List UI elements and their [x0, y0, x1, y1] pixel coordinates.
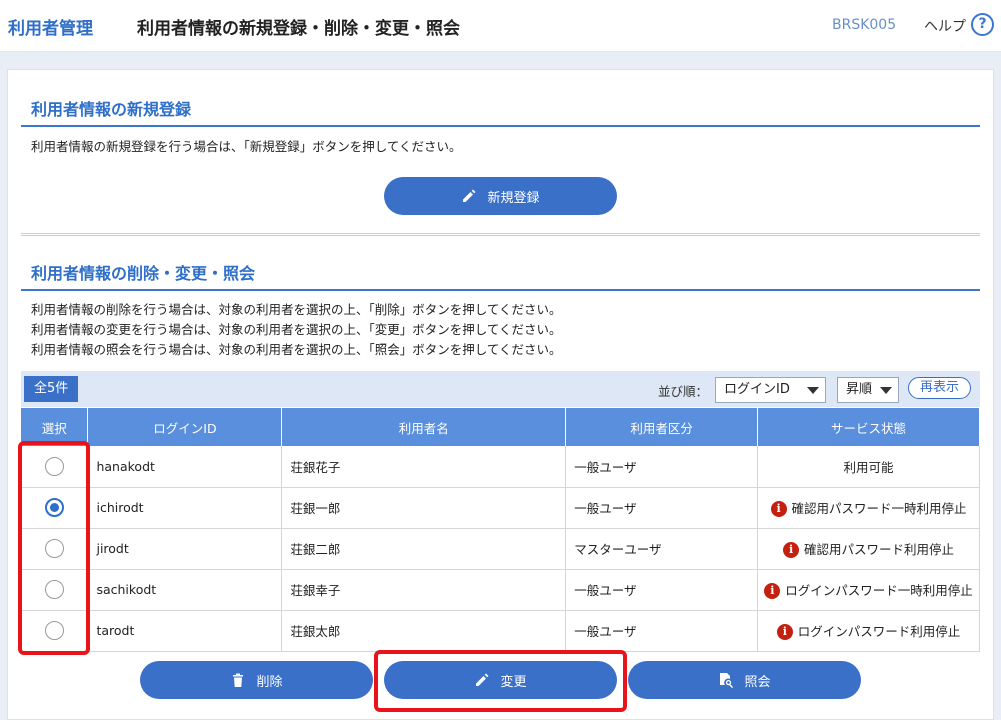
pencil-icon — [463, 189, 476, 202]
cell-login-id: tarodt — [87, 610, 283, 652]
register-description: 利用者情報の新規登録を行う場合は、「新規登録」ボタンを押してください。 — [31, 139, 462, 154]
table-row[interactable]: sachikodt 荘銀幸子 一般ユーザ i ログインパスワード一時利用停止 — [21, 569, 980, 611]
register-section-heading: 利用者情報の新規登録 — [31, 100, 192, 119]
section-rule — [21, 289, 980, 291]
col-user-name: 利用者名 — [281, 408, 567, 446]
section-divider — [21, 233, 980, 236]
cell-service-status: 利用可能 — [757, 446, 980, 488]
col-service-status: サービス状態 — [757, 408, 980, 446]
col-user-category: 利用者区分 — [565, 408, 759, 446]
trash-icon — [233, 673, 244, 687]
help-link[interactable]: ヘルプ — [924, 16, 966, 36]
sort-field-value: ログインID — [724, 382, 790, 397]
warning-icon: i — [776, 624, 793, 641]
warning-icon: i — [783, 542, 800, 559]
cell-login-id: sachikodt — [87, 569, 283, 611]
cell-user-name: 荘銀二郎 — [281, 528, 567, 570]
cell-user-category: 一般ユーザ — [565, 487, 759, 529]
count-badge: 全5件 — [24, 376, 79, 402]
table-row[interactable]: jirodt 荘銀二郎 マスターユーザ i 確認用パスワード利用停止 — [21, 528, 980, 570]
register-button[interactable]: 新規登録 — [384, 177, 617, 215]
table-row[interactable]: tarodt 荘銀太郎 一般ユーザ i ログインパスワード利用停止 — [21, 610, 980, 652]
register-button-label: 新規登録 — [487, 190, 540, 206]
table-header-row: 選択 ログインID 利用者名 利用者区分 サービス状態 — [21, 408, 980, 446]
cell-login-id: jirodt — [87, 528, 283, 570]
cell-user-category: 一般ユーザ — [565, 610, 759, 652]
radio-column-highlight — [18, 441, 90, 655]
status-text: 確認用パスワード一時利用停止 — [791, 500, 967, 516]
sort-order-value: 昇順 — [846, 382, 873, 397]
redisplay-button[interactable]: 再表示 — [908, 377, 971, 399]
delete-button-label: 削除 — [256, 674, 283, 690]
manage-section-heading: 利用者情報の削除・変更・照会 — [31, 264, 256, 283]
table-row[interactable]: ichirodt 荘銀一郎 一般ユーザ i 確認用パスワード一時利用停止 — [21, 487, 980, 529]
manage-description-delete: 利用者情報の削除を行う場合は、対象の利用者を選択の上、「削除」ボタンを押してくだ… — [31, 302, 562, 317]
list-toolbar: 全5件 並び順： ログインID 昇順 再表示 — [21, 371, 980, 407]
top-bar: 利用者管理 利用者情報の新規登録・削除・変更・照会 BRSK005 ヘルプ ? — [0, 0, 1001, 52]
manage-description-view: 利用者情報の照会を行う場合は、対象の利用者を選択の上、「照会」ボタンを押してくだ… — [31, 342, 562, 357]
cell-service-status: i 確認用パスワード一時利用停止 — [757, 487, 980, 529]
screen-id: BRSK005 — [832, 17, 897, 33]
document-search-icon — [720, 673, 734, 688]
cell-login-id: ichirodt — [87, 487, 283, 529]
page-title: 利用者情報の新規登録・削除・変更・照会 — [137, 19, 460, 39]
sort-order-select[interactable]: 昇順 — [837, 377, 899, 403]
cell-service-status: i 確認用パスワード利用停止 — [757, 528, 980, 570]
cell-user-category: 一般ユーザ — [565, 446, 759, 488]
chevron-down-icon — [807, 387, 819, 394]
warning-icon: i — [770, 501, 787, 518]
view-button-label: 照会 — [744, 674, 771, 690]
cell-user-category: 一般ユーザ — [565, 569, 759, 611]
status-text: ログインパスワード一時利用停止 — [785, 582, 973, 598]
section-rule — [21, 125, 980, 127]
col-login-id: ログインID — [87, 408, 283, 446]
change-button-highlight — [374, 650, 627, 712]
cell-service-status: i ログインパスワード一時利用停止 — [757, 569, 980, 611]
users-table: 選択 ログインID 利用者名 利用者区分 サービス状態 hanakodt 荘銀花… — [21, 408, 980, 652]
status-text: 利用可能 — [843, 459, 894, 475]
chevron-down-icon — [880, 387, 892, 394]
warning-icon: i — [764, 583, 781, 600]
cell-user-name: 荘銀一郎 — [281, 487, 567, 529]
sort-field-select[interactable]: ログインID — [715, 377, 826, 403]
cell-login-id: hanakodt — [87, 446, 283, 488]
cell-service-status: i ログインパスワード利用停止 — [757, 610, 980, 652]
manage-description-change: 利用者情報の変更を行う場合は、対象の利用者を選択の上、「変更」ボタンを押してくだ… — [31, 322, 562, 337]
delete-button[interactable]: 削除 — [140, 661, 373, 699]
app-title[interactable]: 利用者管理 — [8, 14, 93, 39]
sort-label: 並び順： — [658, 384, 709, 399]
status-text: ログインパスワード利用停止 — [797, 623, 961, 639]
cell-user-category: マスターユーザ — [565, 528, 759, 570]
table-row[interactable]: hanakodt 荘銀花子 一般ユーザ 利用可能 — [21, 446, 980, 488]
status-text: 確認用パスワード利用停止 — [804, 541, 955, 557]
help-icon[interactable]: ? — [971, 13, 994, 36]
cell-user-name: 荘銀花子 — [281, 446, 567, 488]
cell-user-name: 荘銀幸子 — [281, 569, 567, 611]
cell-user-name: 荘銀太郎 — [281, 610, 567, 652]
view-button[interactable]: 照会 — [628, 661, 861, 699]
